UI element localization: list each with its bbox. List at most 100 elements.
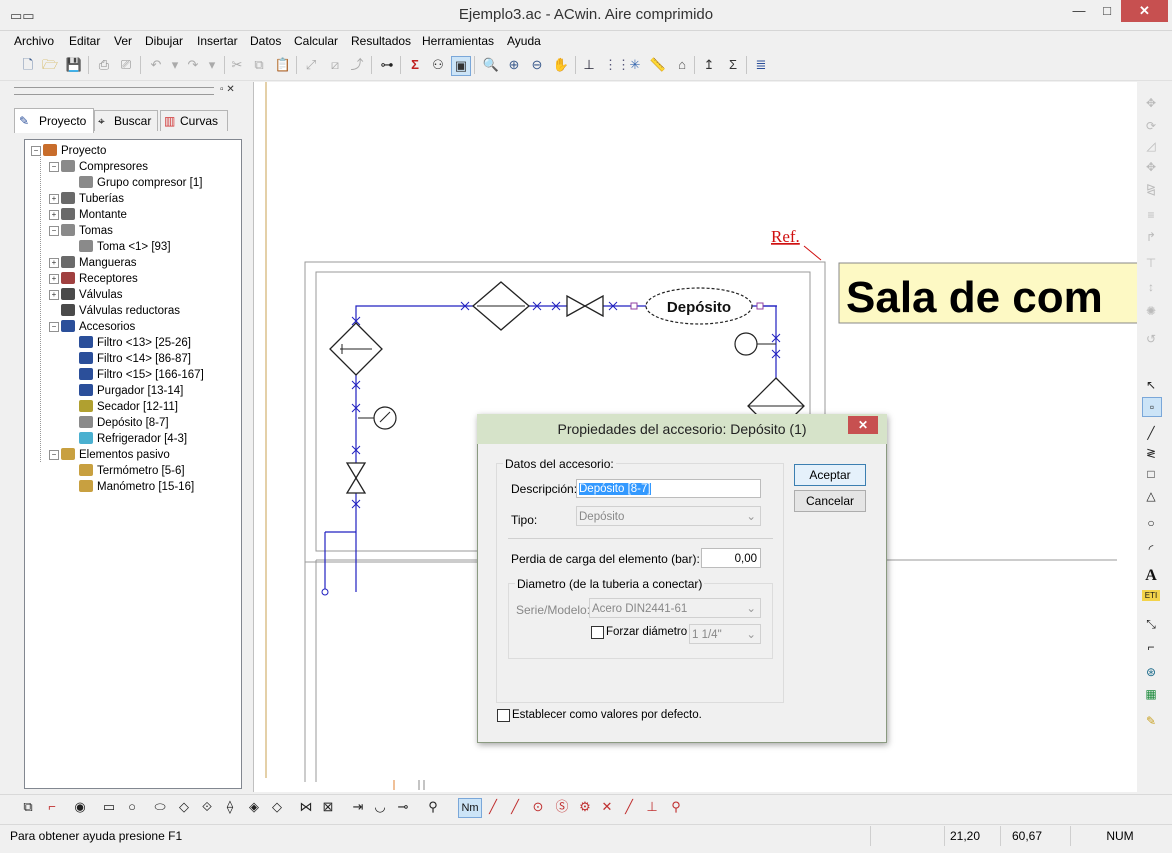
tree-node[interactable]: Proyecto	[43, 143, 106, 159]
sum-icon[interactable]: Σ	[406, 56, 424, 74]
pan-hand-icon[interactable]: ✋	[552, 56, 570, 74]
curve-icon[interactable]: ◡	[370, 798, 390, 816]
target-node-icon[interactable]: ◉	[70, 798, 90, 816]
oval-element-icon[interactable]: ⬭	[150, 798, 170, 816]
grid-icon[interactable]: ⋮⋮	[604, 56, 630, 74]
select-arrow-icon[interactable]: ↖	[1142, 376, 1160, 394]
menu-dibujar[interactable]: Dibujar	[145, 34, 183, 48]
tree-node[interactable]: Filtro <14> [86-87]	[79, 351, 191, 367]
polyline-icon[interactable]: ≷	[1142, 444, 1160, 462]
diamond-element-icon[interactable]: ◇	[174, 798, 194, 816]
copy-icon[interactable]: ⧉	[250, 56, 268, 74]
stretch-icon[interactable]: ↱	[1142, 228, 1160, 246]
cooler-element-icon[interactable]: ◈	[244, 798, 264, 816]
tag-icon[interactable]: ⌂	[673, 56, 691, 74]
dryer-element-icon[interactable]: ⟠	[220, 798, 240, 816]
tree-node[interactable]: Tuberías	[61, 191, 124, 207]
redo-dropdown-icon[interactable]: ▾	[203, 56, 221, 74]
tree-expander[interactable]: +	[49, 274, 59, 284]
red-x-icon[interactable]: ✕	[597, 798, 617, 816]
label-icon[interactable]: ETI	[1142, 590, 1160, 601]
dialog-close-button[interactable]: ✕	[848, 416, 878, 434]
tree-node[interactable]: Compresores	[61, 159, 148, 175]
tree-node[interactable]: Depósito [8-7]	[79, 415, 169, 431]
extend-icon[interactable]: ↕	[1142, 278, 1160, 296]
dimension-icon[interactable]: ⤡	[1142, 615, 1160, 633]
tree-node[interactable]: Secador [12-11]	[79, 399, 178, 415]
save-icon[interactable]: 💾	[65, 56, 83, 74]
red-circle-icon[interactable]: ⊙	[528, 798, 548, 816]
red-symbol-icon[interactable]: Ⓢ	[552, 798, 572, 816]
pressure-loss-input[interactable]: 0,00	[701, 548, 761, 568]
draw-line-red2-icon[interactable]: ╱	[505, 798, 525, 816]
undo-shape-icon[interactable]: ↺	[1142, 330, 1160, 348]
mirror-icon[interactable]: ⧎	[1142, 180, 1160, 198]
zoom-out-icon[interactable]: ⊖	[528, 56, 546, 74]
point-icon[interactable]: ▫	[1142, 397, 1162, 417]
circle-icon[interactable]: ○	[1142, 514, 1160, 532]
tree-expander[interactable]: −	[49, 322, 59, 332]
redo-icon[interactable]: ↷	[184, 56, 202, 74]
align-icon[interactable]: ≡	[1142, 206, 1160, 224]
tab-proyecto[interactable]: ✎ Proyecto	[14, 108, 94, 133]
tree-node[interactable]: Grupo compresor [1]	[79, 175, 202, 191]
valve-element-icon[interactable]: ⋈	[296, 798, 316, 816]
tree-expander[interactable]: −	[49, 226, 59, 236]
print-icon[interactable]: ⎙	[95, 56, 113, 74]
maximize-button[interactable]: □	[1092, 0, 1122, 22]
tree-node[interactable]: Accesorios	[61, 319, 135, 335]
minimize-button[interactable]: —	[1064, 0, 1094, 22]
description-input[interactable]: Depósito [8-7]	[576, 479, 761, 498]
tree-expander[interactable]: −	[49, 450, 59, 460]
outlet-icon[interactable]: ⊸	[393, 798, 413, 816]
tree-node[interactable]: Filtro <15> [166-167]	[79, 367, 204, 383]
tab-buscar[interactable]: ⌖ Buscar	[94, 110, 158, 131]
leader-icon[interactable]: ⌐	[1142, 638, 1160, 656]
new-file-icon[interactable]: 🗋	[19, 56, 37, 74]
ortho-icon[interactable]: ⊥	[580, 56, 598, 74]
tree-node[interactable]: Termómetro [5-6]	[79, 463, 185, 479]
cancel-button[interactable]: Cancelar	[794, 490, 866, 512]
tree-node[interactable]: Receptores	[61, 271, 138, 287]
tree-expander[interactable]: +	[49, 258, 59, 268]
tree-expander[interactable]: +	[49, 210, 59, 220]
red-ortho-icon[interactable]: ⊥	[642, 798, 662, 816]
symbol-icon[interactable]: ⊛	[1142, 663, 1160, 681]
scale-icon[interactable]: ◿	[1142, 137, 1160, 155]
tree-node[interactable]: Tomas	[61, 223, 113, 239]
network-icon[interactable]: ⊶	[378, 56, 396, 74]
tree-node[interactable]: Filtro <13> [25-26]	[79, 335, 191, 351]
break-icon[interactable]: ✺	[1142, 302, 1160, 320]
panel-grip[interactable]	[14, 87, 214, 95]
zoom-in-icon[interactable]: ⊕	[505, 56, 523, 74]
move-icon[interactable]: ✥	[1142, 94, 1160, 112]
tree-expander[interactable]: +	[49, 194, 59, 204]
tree-node[interactable]: Toma <1> [93]	[79, 239, 171, 255]
tree-node[interactable]: Montante	[61, 207, 127, 223]
series-select[interactable]: Acero DIN2441-61 ⌄	[589, 598, 761, 618]
pin-icon[interactable]: ⚲	[423, 798, 443, 816]
tree-expander[interactable]: +	[49, 290, 59, 300]
menu-ayuda[interactable]: Ayuda	[507, 34, 541, 48]
draw-line-red-icon[interactable]: ╱	[483, 798, 503, 816]
rectangle-icon[interactable]: □	[1142, 465, 1160, 483]
snap-icon[interactable]: ✳	[626, 56, 644, 74]
arrow-connect-icon[interactable]: ⇥	[348, 798, 368, 816]
close-button[interactable]: ✕	[1121, 0, 1168, 22]
tree-node[interactable]: Purgador [13-14]	[79, 383, 183, 399]
connect-icon[interactable]: ⤴	[348, 56, 366, 74]
labels-icon[interactable]: ▣	[451, 56, 471, 76]
menu-herramientas[interactable]: Herramientas	[422, 34, 494, 48]
tree-node[interactable]: Elementos pasivo	[61, 447, 170, 463]
tree-node[interactable]: Válvulas reductoras	[61, 303, 180, 319]
print-preview-icon[interactable]: ⎚	[117, 56, 135, 74]
force-diameter-select[interactable]: 1 1/4" ⌄	[689, 624, 761, 644]
menu-ver[interactable]: Ver	[114, 34, 132, 48]
type-select[interactable]: Depósito ⌄	[576, 506, 761, 526]
tree-node[interactable]: Válvulas	[61, 287, 122, 303]
default-values-checkbox[interactable]	[497, 709, 510, 722]
red-line3-icon[interactable]: ╱	[619, 798, 639, 816]
force-diameter-checkbox[interactable]	[591, 626, 604, 639]
cut-icon[interactable]: ✂	[228, 56, 246, 74]
pipe-tool-icon[interactable]: ⤢	[302, 56, 320, 74]
